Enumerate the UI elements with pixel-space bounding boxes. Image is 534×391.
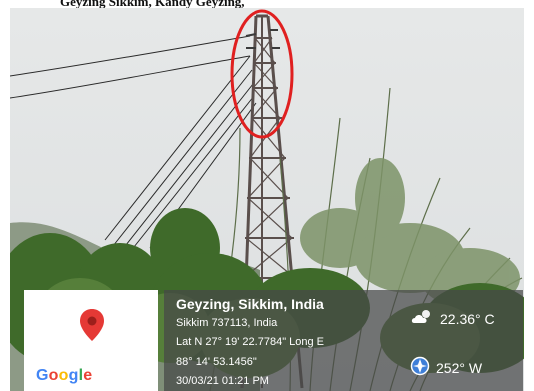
wind-direction: 252° W: [436, 359, 483, 376]
geotag-overlay: Google Geyzing, Sikkim, India Sikkim 737…: [20, 290, 523, 391]
location-title: Geyzing, Sikkim, India: [176, 296, 324, 312]
google-logo-letter: G: [36, 367, 49, 384]
compass-icon: [410, 356, 430, 379]
coordinates-line-1: Lat N 27° 19' 22.7784" Long E: [176, 336, 325, 348]
datetime: 30/03/21 01:21 PM: [176, 375, 269, 387]
wind-readout: 252° W: [410, 356, 482, 379]
google-logo-letter: e: [83, 367, 93, 384]
coordinates-line-2: 88° 14' 53.1456": [176, 356, 257, 368]
temperature: 22.36° C: [440, 310, 495, 327]
weather-readout: 22.36° C: [410, 309, 495, 328]
partly-cloudy-icon: [410, 309, 434, 328]
location-info-panel: Geyzing, Sikkim, India Sikkim 737113, In…: [164, 290, 523, 391]
address-line: Sikkim 737113, India: [176, 317, 278, 329]
geotag-photo-frame: Geyzing Sikkim, Kandy Geyzing, Google Ge…: [0, 0, 534, 391]
google-logo-letter: o: [48, 367, 59, 384]
google-logo-letter: g: [68, 367, 79, 384]
map-card[interactable]: Google: [24, 290, 158, 391]
google-logo: Google: [36, 367, 92, 385]
google-logo-letter: o: [58, 367, 69, 384]
map-pin-icon: [79, 308, 105, 342]
